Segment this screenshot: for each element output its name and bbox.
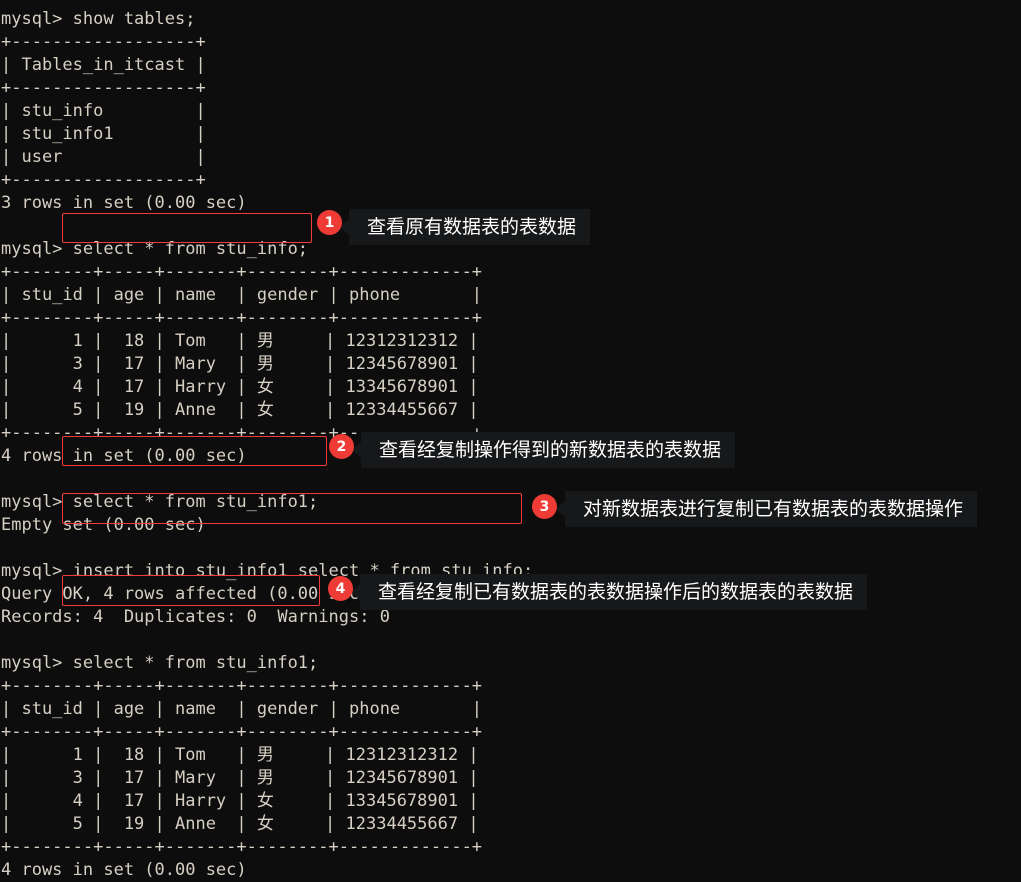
- terminal-output: mysql> show tables; +------------------+ |…: [0, 0, 1021, 880]
- annotation-badge-4: 4: [328, 576, 353, 601]
- terminal-line: +--------+-----+-------+--------+-------…: [1, 676, 483, 696]
- annotation-badge-3: 3: [532, 494, 557, 519]
- terminal-line: | 5 | 19 | Anne | 女 | 12334455667 |: [1, 400, 479, 420]
- terminal-line: mysql> select * from stu_info1;: [1, 653, 319, 673]
- terminal-line: +------------------+: [1, 170, 206, 190]
- annotation-badge-1: 1: [317, 210, 342, 235]
- terminal-line: | Tables_in_itcast |: [1, 55, 206, 75]
- annotation-note-1: 查看原有数据表的表数据: [349, 209, 591, 245]
- terminal-line: | stu_id | age | name | gender | phone |: [1, 285, 483, 305]
- terminal-line: +--------+-----+-------+--------+-------…: [1, 722, 483, 742]
- terminal-line: | 5 | 19 | Anne | 女 | 12334455667 |: [1, 814, 479, 834]
- terminal-line: 4 rows in set (0.00 sec): [1, 860, 247, 880]
- annotation-note-3: 对新数据表进行复制已有数据表的表数据操作: [565, 491, 978, 527]
- terminal-line: | user |: [1, 147, 206, 167]
- terminal-line: | 3 | 17 | Mary | 男 | 12345678901 |: [1, 354, 479, 374]
- terminal-line: +--------+-----+-------+--------+-------…: [1, 837, 483, 857]
- terminal-line: | stu_id | age | name | gender | phone |: [1, 699, 483, 719]
- terminal-line: | 1 | 18 | Tom | 男 | 12312312312 |: [1, 745, 479, 765]
- annotation-note-4: 查看经复制已有数据表的表数据操作后的数据表的表数据: [360, 574, 868, 610]
- terminal-line: | 4 | 17 | Harry | 女 | 13345678901 |: [1, 377, 479, 397]
- annotation-note-2: 查看经复制操作得到的新数据表的表数据: [361, 432, 736, 468]
- terminal-line: | 3 | 17 | Mary | 男 | 12345678901 |: [1, 768, 479, 788]
- terminal-line: +--------+-----+-------+--------+-------…: [1, 308, 483, 328]
- terminal-line: | stu_info1 |: [1, 124, 206, 144]
- terminal-line: mysql> show tables;: [1, 9, 196, 29]
- terminal-line: +------------------+: [1, 32, 206, 52]
- annotation-badge-2: 2: [329, 434, 354, 459]
- terminal-line: +------------------+: [1, 78, 206, 98]
- terminal-line: +--------+-----+-------+--------+-------…: [1, 262, 483, 282]
- terminal-line: | 1 | 18 | Tom | 男 | 12312312312 |: [1, 331, 479, 351]
- terminal-line: | stu_info |: [1, 101, 206, 121]
- terminal-line: | 4 | 17 | Harry | 女 | 13345678901 |: [1, 791, 479, 811]
